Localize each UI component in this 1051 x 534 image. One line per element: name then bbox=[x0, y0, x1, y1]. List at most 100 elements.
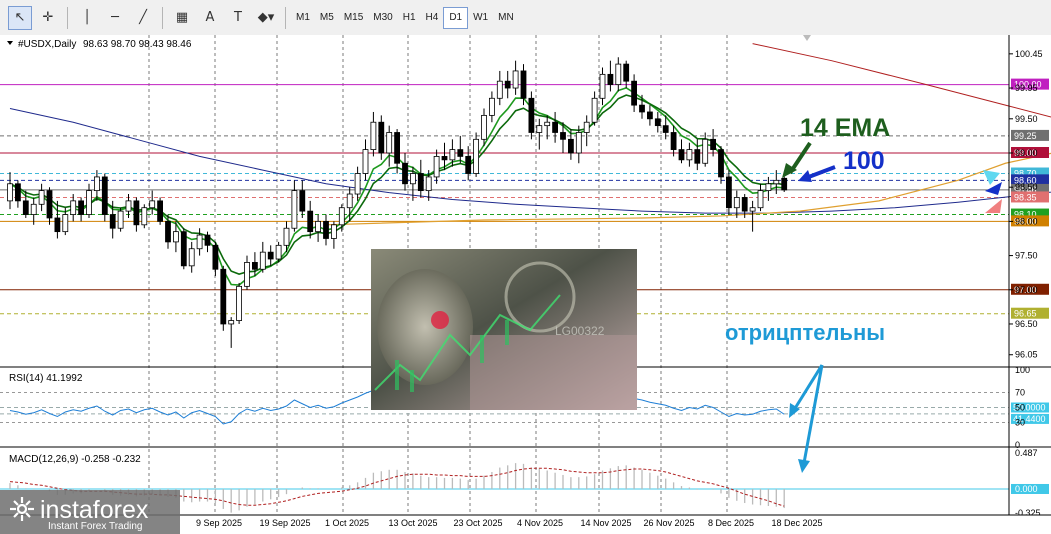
candle-bull bbox=[575, 132, 582, 154]
timeframe-mn[interactable]: MN bbox=[493, 7, 519, 29]
candle-bear bbox=[267, 251, 274, 260]
candle-bear bbox=[631, 80, 637, 106]
candle-bull bbox=[283, 227, 290, 246]
candle-bull bbox=[749, 207, 756, 212]
macd-title: MACD(12,26,9) -0.258 -0.232 bbox=[9, 454, 141, 465]
crosshair-tool-icon[interactable]: ✛ bbox=[36, 6, 60, 30]
channel-tool-icon[interactable]: ▦ bbox=[170, 6, 194, 30]
timeframe-m1[interactable]: M1 bbox=[291, 7, 315, 29]
price-tick-label: 99.95 bbox=[1015, 83, 1038, 93]
candle-bull bbox=[757, 190, 764, 209]
watermark-tagline: Instant Forex Trading bbox=[48, 521, 143, 532]
candle-bear bbox=[781, 177, 788, 191]
svg-text:LG00322: LG00322 bbox=[555, 324, 605, 338]
candle-bull bbox=[141, 207, 148, 226]
candle-bear bbox=[323, 220, 329, 239]
candle-bear bbox=[204, 234, 211, 246]
candle-bear bbox=[220, 268, 227, 325]
trendline-tool-icon[interactable]: ╱ bbox=[131, 6, 155, 30]
candle-bull bbox=[228, 320, 235, 325]
timeframe-m15[interactable]: M15 bbox=[339, 7, 368, 29]
candle-bear bbox=[654, 118, 661, 127]
candle-bear bbox=[623, 63, 630, 82]
candle-bull bbox=[773, 179, 780, 185]
time-axis-label: 9 Sep 2025 bbox=[196, 518, 242, 528]
chart-header: #USDX,Daily 98.63 98.70 98.43 98.46 bbox=[7, 39, 192, 50]
candle-bull bbox=[615, 63, 622, 86]
time-axis-label: 26 Nov 2025 bbox=[643, 518, 694, 528]
cursor-tool-icon[interactable]: ↖ bbox=[8, 5, 32, 30]
candle-bull bbox=[449, 149, 456, 161]
candle-bear bbox=[504, 80, 511, 89]
level-price-label: 96.65 bbox=[1014, 309, 1037, 319]
timeframe-h1[interactable]: H1 bbox=[398, 7, 421, 29]
candle-bull bbox=[70, 200, 77, 215]
timeframe-w1[interactable]: W1 bbox=[468, 7, 493, 29]
candle-bear bbox=[54, 217, 61, 233]
candle-bear bbox=[402, 162, 408, 185]
toolbar-separator bbox=[67, 6, 68, 29]
candle-bear bbox=[726, 176, 732, 209]
time-axis-label: 1 Oct 2025 bbox=[325, 518, 369, 528]
price-tick-label: 98.00 bbox=[1015, 216, 1038, 226]
dollar-bill-photo: LG00322 bbox=[371, 249, 637, 410]
candle-bear bbox=[212, 244, 219, 270]
candle-bear bbox=[441, 156, 448, 161]
candle-bear bbox=[46, 190, 53, 219]
timeframe-d1[interactable]: D1 bbox=[443, 6, 469, 29]
candle-bull bbox=[544, 121, 551, 127]
candle-bear bbox=[694, 149, 701, 164]
time-axis-label: 13 Oct 2025 bbox=[388, 518, 437, 528]
candle-bull bbox=[330, 224, 337, 239]
candle-bull bbox=[291, 190, 298, 229]
candle-bull bbox=[149, 200, 156, 209]
candle-bear bbox=[710, 138, 716, 150]
vertical-line-tool-icon[interactable]: │ bbox=[75, 6, 99, 30]
candle-bear bbox=[528, 97, 535, 133]
candle-bull bbox=[583, 121, 590, 133]
candle-bull bbox=[702, 138, 709, 164]
candle-bear bbox=[457, 149, 464, 157]
time-axis-label: 19 Sep 2025 bbox=[259, 518, 310, 528]
timeframe-h4[interactable]: H4 bbox=[421, 7, 444, 29]
chart-toolbar: ↖ ✛ │ ─ ╱ ▦ A T ◆▾ M1 M5 M15 M30 H1 H4 D1 W1 MN bbox=[0, 0, 1051, 36]
label-tool-icon[interactable]: T bbox=[226, 6, 250, 30]
candle-bear bbox=[251, 262, 258, 270]
text-tool-icon[interactable]: A bbox=[198, 6, 222, 30]
rsi-tick-label: 70 bbox=[1015, 388, 1025, 398]
candle-bull bbox=[386, 132, 393, 154]
candle-bull bbox=[86, 190, 92, 215]
instaforex-watermark: instaforex Instant Forex Trading bbox=[0, 490, 180, 534]
candle-bear bbox=[165, 220, 171, 243]
rsi-tick-label: 50 bbox=[1015, 403, 1025, 413]
candle-bear bbox=[741, 197, 748, 212]
timeframe-m5[interactable]: M5 bbox=[315, 7, 339, 29]
rsi-tick-label: 30 bbox=[1015, 418, 1025, 428]
watermark-brand: instaforex bbox=[40, 496, 149, 524]
price-tick-label: 96.50 bbox=[1015, 319, 1038, 329]
candle-bear bbox=[465, 156, 472, 174]
candle-bull bbox=[765, 183, 772, 192]
candle-bull bbox=[512, 70, 519, 89]
candle-bear bbox=[78, 200, 84, 215]
candle-bear bbox=[662, 125, 669, 133]
shapes-tool-icon[interactable]: ◆▾ bbox=[254, 6, 278, 30]
ma100-annotation: 100 bbox=[843, 147, 885, 175]
candle-bull bbox=[30, 203, 37, 215]
candle-bear bbox=[670, 132, 677, 150]
candle-bull bbox=[488, 97, 495, 116]
candle-bull bbox=[346, 193, 353, 209]
candle-bull bbox=[125, 200, 132, 212]
candle-bull bbox=[370, 121, 377, 150]
candle-bear bbox=[417, 173, 424, 192]
candle-bear bbox=[607, 73, 614, 86]
price-tick-label: 99.00 bbox=[1015, 148, 1038, 158]
macd-tick-label: 0.487 bbox=[1015, 448, 1038, 458]
price-chart[interactable]: 50.000041.44001007050300 0.0000.487-0.32… bbox=[0, 35, 1051, 534]
candle-bull bbox=[117, 210, 124, 229]
horizontal-line-tool-icon[interactable]: ─ bbox=[103, 6, 127, 30]
toolbar-separator bbox=[162, 6, 163, 29]
timeframe-m30[interactable]: M30 bbox=[368, 7, 397, 29]
price-tick-label: 99.50 bbox=[1015, 114, 1038, 124]
candle-bear bbox=[678, 149, 685, 161]
